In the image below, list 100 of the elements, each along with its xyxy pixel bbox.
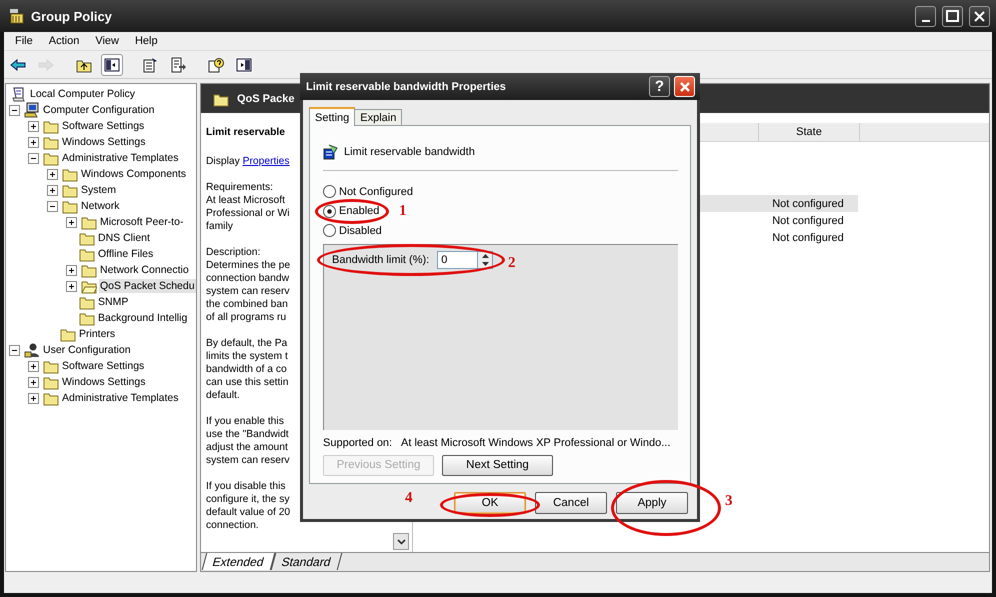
annotation-number: 1 — [399, 203, 406, 220]
collapse-toggle[interactable] — [9, 104, 20, 116]
menu-item[interactable]: View — [87, 35, 127, 47]
tree-item[interactable]: Printers — [78, 327, 116, 341]
close-icon — [678, 80, 690, 92]
plus-icon — [29, 362, 38, 370]
chevron-down-icon — [396, 538, 406, 544]
tree-item[interactable]: Administrative Templates — [61, 391, 180, 405]
tree-item[interactable]: User Configuration — [42, 343, 132, 357]
expand-toggle[interactable] — [47, 184, 58, 196]
tree-item[interactable]: Windows Settings — [61, 375, 146, 389]
collapse-toggle[interactable] — [9, 344, 20, 356]
tree-item[interactable]: Administrative Templates — [61, 151, 180, 165]
down-arrow-icon — [482, 262, 489, 266]
expand-toggle[interactable] — [28, 360, 39, 372]
radio-button[interactable] — [323, 204, 336, 218]
help-button[interactable]: ? — [649, 76, 670, 97]
tree-item[interactable]: SNMP — [97, 295, 130, 309]
tree-item[interactable]: System — [80, 183, 118, 197]
minimize-button[interactable] — [915, 6, 936, 26]
radio-label[interactable]: Disabled — [339, 224, 382, 237]
radio-button[interactable] — [323, 224, 336, 238]
tree-item[interactable]: Microsoft Peer-to- — [99, 215, 184, 229]
description-text: If you disable this configure it, the sy default value of 20 connection. — [206, 480, 290, 532]
supported-text: At least Microsoft Windows XP Professional or Windo... — [401, 436, 670, 448]
forward-arrow-icon — [38, 56, 54, 72]
dialog-button[interactable]: Cancel — [535, 492, 607, 514]
expand-toggle[interactable] — [28, 376, 39, 388]
annotation-number: 2 — [508, 255, 516, 272]
back-arrow-icon — [10, 56, 26, 72]
maximize-button[interactable] — [942, 6, 963, 26]
minimize-icon — [922, 20, 930, 22]
tree-item[interactable]: Network Connectio — [99, 263, 190, 277]
menu-item[interactable]: Action — [40, 35, 88, 47]
tree-item[interactable]: Network — [80, 199, 121, 213]
close-icon — [974, 10, 985, 22]
panel-title: QoS Packe — [237, 92, 294, 104]
radio-label[interactable]: Not Configured — [339, 186, 413, 198]
tree-item[interactable]: Software Settings — [61, 359, 146, 373]
menu-item[interactable]: File — [7, 35, 41, 47]
tree-item[interactable]: DNS Client — [97, 231, 151, 245]
panel-toggle-icon — [236, 56, 252, 72]
radio-label[interactable]: Enabled — [339, 205, 380, 218]
expand-toggle[interactable] — [66, 216, 77, 228]
plus-icon — [67, 218, 76, 226]
tree-item[interactable]: Windows Components — [80, 167, 188, 181]
expand-toggle[interactable] — [28, 120, 39, 132]
panel-toggle-icon — [104, 56, 120, 72]
document-arrow-icon — [170, 56, 186, 72]
dialog-button[interactable]: Apply — [616, 492, 688, 514]
document-icon — [142, 56, 158, 72]
setting-name: Limit reservable bandwidth — [344, 146, 475, 158]
spin-buttons[interactable] — [477, 250, 494, 268]
plus-icon — [48, 170, 57, 178]
expand-toggle[interactable] — [66, 280, 77, 292]
tree-item[interactable]: Background Intellig — [97, 311, 188, 325]
menu-item[interactable]: Help — [126, 35, 166, 47]
radio-button[interactable] — [323, 185, 336, 198]
toolbar-button[interactable] — [101, 54, 123, 76]
dialog-title: Limit reservable bandwidth Properties — [306, 80, 507, 92]
supported-label: Supported on: — [323, 436, 394, 448]
view-tab[interactable]: Extended — [202, 553, 275, 570]
tree-item[interactable]: Windows Settings — [61, 135, 146, 149]
expand-toggle[interactable] — [28, 392, 39, 404]
collapse-toggle[interactable] — [28, 152, 39, 164]
annotation-number: 3 — [725, 493, 732, 510]
description-text: Description: Determines the pe connection bandw system can reserv the combined ban of all programs ru — [206, 246, 290, 324]
setting-title: Limit reservable — [206, 126, 285, 139]
scroll-down-button[interactable] — [393, 533, 409, 550]
display-text: Display Properties — [206, 155, 290, 168]
number-field[interactable]: 0 — [437, 250, 478, 268]
properties-link[interactable]: Properties — [242, 156, 290, 167]
tree-item[interactable]: Computer Configuration — [42, 103, 156, 117]
dialog-tab[interactable]: Explain — [354, 109, 402, 125]
view-tab[interactable]: Standard — [270, 553, 342, 570]
table-cell-text: Not configured — [771, 198, 845, 210]
plus-icon — [29, 138, 38, 146]
expand-toggle[interactable] — [28, 136, 39, 148]
expand-toggle[interactable] — [47, 168, 58, 180]
field-label: Bandwidth limit (%): — [332, 254, 430, 266]
table-cell-text: Not configured — [771, 214, 845, 226]
tree-item[interactable]: QoS Packet Schedu — [99, 279, 196, 293]
close-button[interactable] — [969, 6, 990, 26]
dialog-tab[interactable]: Setting — [309, 107, 356, 126]
scroll-icon — [11, 86, 27, 102]
description-text: Requirements: At least Microsoft Professional or Wi family — [206, 181, 290, 233]
annotation-number: 4 — [405, 490, 412, 507]
collapse-toggle[interactable] — [47, 200, 58, 212]
app-icon — [9, 8, 25, 24]
tree-item[interactable]: Offline Files — [97, 247, 154, 261]
description-text: By default, the Pa limits the system t bandwidth of a co can use this settin default. — [206, 337, 288, 402]
expand-toggle[interactable] — [66, 264, 77, 276]
window-title: Group Policy — [31, 8, 113, 24]
tree-item[interactable]: Software Settings — [61, 119, 146, 133]
plus-icon — [67, 266, 76, 274]
maximize-icon — [946, 10, 959, 22]
column-header[interactable]: State — [759, 123, 860, 141]
tree-item[interactable]: Local Computer Policy — [29, 87, 136, 101]
plus-icon — [29, 394, 38, 402]
nav-button[interactable]: Next Setting — [442, 454, 553, 476]
